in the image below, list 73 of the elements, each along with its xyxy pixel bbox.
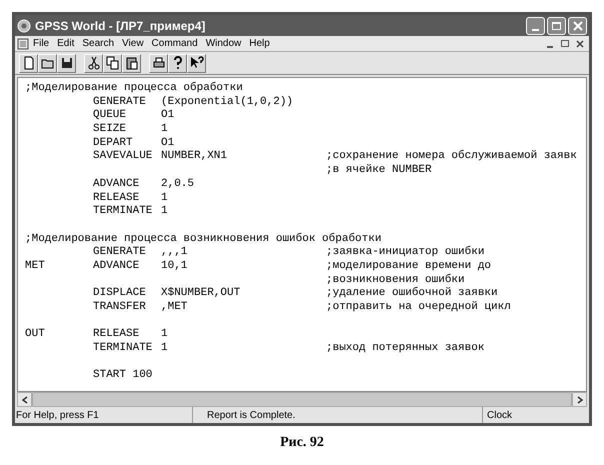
code-operand: X$NUMBER,OUT (161, 287, 240, 300)
code-operation: ADVANCE (93, 260, 140, 272)
code-operand: O1 (161, 136, 174, 149)
maximize-button[interactable] (547, 16, 566, 34)
code-operation: RELEASE (93, 192, 140, 204)
figure-caption: Рис. 92 (280, 434, 324, 452)
cut-icon[interactable] (84, 54, 103, 72)
code-operand: 1 (161, 342, 168, 354)
restore-icon[interactable] (561, 40, 569, 47)
code-operand: NUMBER,XN1 (161, 150, 228, 162)
menu-item[interactable]: File (29, 36, 54, 51)
code-operand: ,,,1 (161, 246, 188, 258)
save-icon[interactable] (57, 54, 76, 72)
code-operation: TERMINATE (93, 342, 152, 354)
menu-item[interactable]: Help (245, 36, 274, 51)
code-operation: GENERATE (93, 246, 146, 258)
minimize-icon[interactable] (547, 46, 553, 48)
code-comment: ;в ячейке NUMBER (326, 164, 432, 178)
code-operand: (Exponential(1,0,2)) (161, 96, 294, 108)
code-comment: ;Моделирование процесса обработки (25, 82, 243, 96)
open-folder-icon[interactable] (38, 54, 57, 72)
status-text: Clock (487, 408, 512, 422)
status-text: For Help, press F1 (16, 408, 99, 422)
code-comment: ;отправить на очередной цикл (326, 301, 511, 315)
code-operation: GENERATE (93, 96, 146, 108)
close-button[interactable] (568, 16, 587, 34)
code-operand: 1 (161, 123, 168, 136)
code-operation: TRANSFER (93, 301, 146, 313)
code-comment: ;возникновения ошибки (326, 274, 465, 286)
menu-item[interactable]: Search (78, 36, 118, 51)
printer-icon[interactable] (149, 54, 168, 72)
code-operation: TERMINATE (93, 205, 152, 218)
code-comment: ;заявка-инициатор ошибки (326, 246, 484, 260)
code-operation: SEIZE (93, 123, 126, 136)
minimize-button[interactable] (526, 16, 545, 34)
code-operation: SAVEVALUE (93, 150, 152, 162)
menu-item[interactable]: Command (148, 36, 202, 51)
code-operand: 1 (161, 205, 168, 218)
menu-item[interactable]: Edit (53, 36, 78, 51)
scroll-right-button[interactable] (572, 392, 587, 407)
code-operation: START 100 (93, 369, 152, 382)
code-operation: ADVANCE (93, 178, 140, 190)
menu-item[interactable]: View (118, 36, 148, 51)
code-comment: ;Моделирование процесса возникновения ошибок обработки (25, 232, 382, 246)
status-text: Report is Complete. (207, 408, 296, 422)
code-operand: O1 (161, 109, 174, 122)
close-icon[interactable] (576, 40, 584, 48)
context-help-icon[interactable] (187, 54, 206, 72)
code-comment: ;моделирование времени до (326, 260, 492, 274)
scroll-left-button[interactable] (17, 392, 32, 407)
code-operation: DISPLACE (93, 287, 146, 300)
code-editor[interactable] (17, 77, 587, 392)
code-operand: 1 (161, 328, 168, 340)
code-operation: DEPART (93, 136, 133, 149)
menu-item[interactable]: Window (202, 36, 246, 51)
new-file-icon[interactable] (19, 54, 38, 72)
paste-icon[interactable] (122, 54, 141, 72)
copy-icon[interactable] (103, 54, 122, 72)
app-icon (17, 18, 31, 32)
help-icon[interactable] (168, 54, 187, 72)
close-icon (572, 20, 582, 30)
code-comment: ;удаление ошибочной заявки (326, 287, 498, 301)
code-operand: 10,1 (161, 260, 188, 272)
code-operand: 2,0.5 (161, 178, 194, 190)
window-title: GPSS World - [ЛР7_пример4] (35, 18, 206, 34)
code-operand: ,MET (161, 301, 188, 313)
code-operation: QUEUE (93, 109, 126, 122)
code-operand: 1 (161, 192, 168, 204)
code-label: OUT (25, 328, 45, 340)
code-operation: RELEASE (93, 328, 140, 340)
code-comment: ;выход потерянных заявок (326, 342, 484, 356)
code-comment: ;сохранение номера обслуживаемой заявк (326, 150, 577, 164)
code-label: MET (25, 260, 45, 272)
